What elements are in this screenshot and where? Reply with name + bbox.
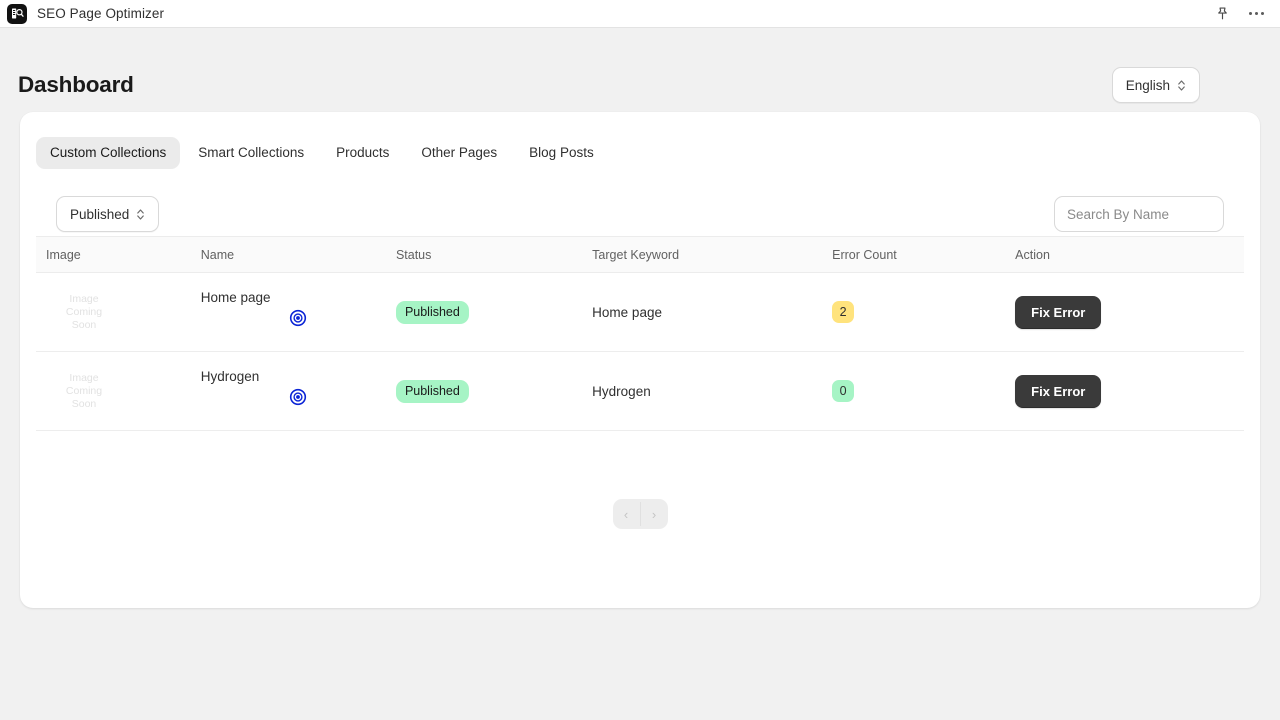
tab-label: Blog Posts [529,145,594,160]
table-header-row: Image Name Status Target Keyword Error C… [36,236,1244,273]
dashboard-card: Custom Collections Smart Collections Pro… [20,112,1260,608]
eye-view-icon[interactable] [289,388,307,406]
status-badge: Published [395,379,469,403]
app-topbar: SEO Page Optimizer [0,0,1280,28]
app-identity: SEO Page Optimizer [7,3,165,24]
column-header-error-count: Error Count [832,236,1016,273]
column-header-target-keyword: Target Keyword [592,236,833,273]
search-input[interactable] [1054,196,1224,232]
error-count-badge: 2 [832,301,855,323]
app-logo-icon [7,3,27,24]
chevron-up-down-icon [136,208,145,221]
eye-view-icon[interactable] [289,309,307,327]
cell-error-count: 2 [832,272,1016,352]
status-badge: Published [395,300,469,324]
fix-error-button[interactable]: Fix Error [1015,374,1102,408]
more-horizontal-icon[interactable] [1246,4,1266,24]
column-header-image: Image [36,236,201,273]
cell-action: Fix Error [1015,272,1244,352]
tab-smart-collections[interactable]: Smart Collections [184,137,318,169]
table-row: Image Coming Soon Hydrogen Published Hyd… [36,351,1244,431]
column-header-status: Status [395,236,593,273]
pagination-container: ‹ › [20,431,1260,529]
cell-name: Hydrogen [200,351,396,431]
topbar-actions [1212,4,1266,24]
status-filter-select[interactable]: Published [56,196,160,232]
fix-error-button[interactable]: Fix Error [1015,295,1102,329]
row-name: Home page [200,290,271,305]
cell-name: Home page [200,272,396,352]
language-select-value: English [1125,77,1170,93]
table-row: Image Coming Soon Home page Published Ho… [36,272,1244,352]
results-table-container: Image Name Status Target Keyword Error C… [20,236,1260,431]
image-placeholder-line-2: Coming [65,384,103,397]
error-count-badge: 0 [832,380,855,402]
tab-label: Custom Collections [50,145,167,160]
cell-status: Published [395,272,593,352]
app-title: SEO Page Optimizer [37,6,165,21]
tab-products[interactable]: Products [322,137,403,169]
tab-custom-collections[interactable]: Custom Collections [36,137,181,169]
tab-bar: Custom Collections Smart Collections Pro… [20,132,1260,174]
cell-error-count: 0 [832,351,1016,431]
cell-status: Published [395,351,593,431]
image-placeholder: Image Coming Soon [56,284,112,340]
page-header: Dashboard English [0,28,1280,112]
name-cell: Hydrogen [201,352,396,430]
image-placeholder-line-2: Coming [65,305,103,318]
table-header: Image Name Status Target Keyword Error C… [36,236,1244,273]
row-name: Hydrogen [200,369,260,384]
tab-other-pages[interactable]: Other Pages [407,137,511,169]
status-filter-value: Published [70,206,130,222]
image-placeholder-line-1: Image [69,292,99,305]
name-cell: Home page [201,273,396,351]
pagination: ‹ › [612,499,668,529]
cell-target-keyword: Hydrogen [592,351,833,431]
chevron-right-icon[interactable]: › [641,499,668,529]
cell-target-keyword: Home page [592,272,833,352]
chevron-left-icon[interactable]: ‹ [613,499,640,529]
image-placeholder-line-1: Image [69,371,99,384]
image-placeholder: Image Coming Soon [56,363,112,419]
image-placeholder-line-3: Soon [71,318,97,331]
chevron-up-down-icon [1177,79,1186,92]
tab-label: Products [336,145,390,160]
image-placeholder-line-3: Soon [71,397,97,410]
filter-row: Published [20,174,1260,236]
tab-label: Other Pages [421,145,498,160]
pin-icon[interactable] [1212,4,1232,24]
tab-label: Smart Collections [198,145,305,160]
page-title: Dashboard [18,72,134,97]
cell-image: Image Coming Soon [36,351,201,431]
cell-image: Image Coming Soon [36,272,201,352]
more-dots [1248,12,1264,15]
tab-blog-posts[interactable]: Blog Posts [515,137,608,169]
column-header-name: Name [200,236,396,273]
results-table: Image Name Status Target Keyword Error C… [36,236,1244,431]
language-select[interactable]: English [1111,67,1200,103]
table-body: Image Coming Soon Home page Published Ho… [36,272,1244,431]
cell-action: Fix Error [1015,351,1244,431]
column-header-action: Action [1015,236,1244,273]
